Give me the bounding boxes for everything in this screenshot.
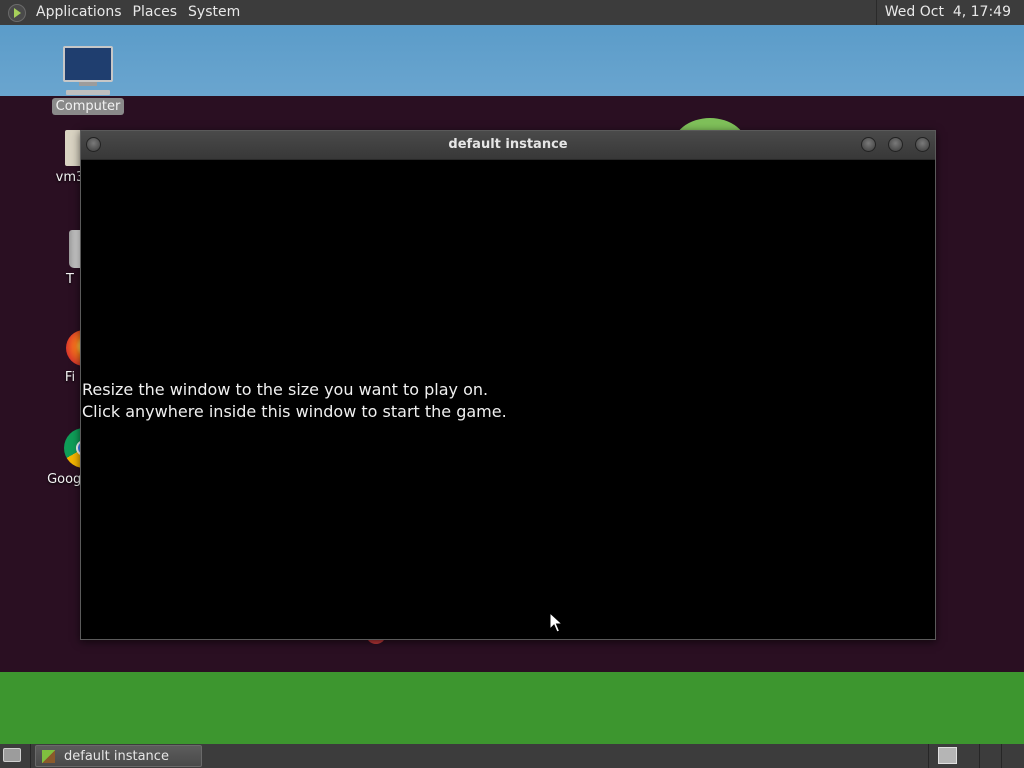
workspace-switcher[interactable] bbox=[938, 747, 957, 764]
game-instructions: Resize the window to the size you want t… bbox=[82, 379, 507, 423]
wallpaper-sky bbox=[0, 25, 1024, 96]
minecraft-block-icon bbox=[42, 749, 55, 763]
desktop-icon-label: T bbox=[66, 272, 74, 287]
panel-separator bbox=[979, 744, 980, 768]
desktop-icon-computer[interactable]: Computer bbox=[48, 46, 128, 115]
taskbar-button-default-instance[interactable]: default instance bbox=[35, 745, 202, 767]
desktop-icon-label: Computer bbox=[51, 98, 125, 115]
desktop-icon-label: Fi bbox=[64, 370, 76, 385]
applications-menu[interactable]: Applications bbox=[34, 0, 131, 25]
panel-separator bbox=[1001, 744, 1002, 768]
desktop-screen: Applications Places System Wed Oct 4, 17… bbox=[0, 0, 1024, 768]
places-menu[interactable]: Places bbox=[131, 0, 187, 25]
close-button[interactable] bbox=[915, 137, 930, 152]
window-titlebar[interactable]: default instance bbox=[81, 131, 935, 160]
minimize-button[interactable] bbox=[861, 137, 876, 152]
system-menu[interactable]: System bbox=[186, 0, 249, 25]
taskbar-button-label: default instance bbox=[64, 748, 169, 764]
game-window[interactable]: default instance Resize the window to th… bbox=[80, 130, 936, 640]
distro-logo-icon[interactable] bbox=[8, 3, 26, 22]
wallpaper-grass bbox=[0, 672, 1024, 744]
computer-icon bbox=[63, 46, 113, 95]
instruction-line-2: Click anywhere inside this window to sta… bbox=[82, 402, 507, 421]
instruction-line-1: Resize the window to the size you want t… bbox=[82, 380, 489, 399]
clock[interactable]: Wed Oct 4, 17:49 bbox=[875, 0, 1024, 25]
show-desktop-icon[interactable] bbox=[3, 748, 21, 762]
bottom-panel: default instance bbox=[0, 744, 1024, 768]
maximize-button[interactable] bbox=[888, 137, 903, 152]
game-canvas[interactable]: Resize the window to the size you want t… bbox=[81, 160, 935, 640]
top-panel: Applications Places System Wed Oct 4, 17… bbox=[0, 0, 1024, 25]
window-title: default instance bbox=[448, 137, 568, 152]
panel-separator bbox=[928, 744, 929, 768]
window-menu-icon[interactable] bbox=[86, 137, 101, 152]
panel-separator bbox=[30, 744, 31, 768]
mouse-pointer-icon bbox=[549, 612, 563, 633]
